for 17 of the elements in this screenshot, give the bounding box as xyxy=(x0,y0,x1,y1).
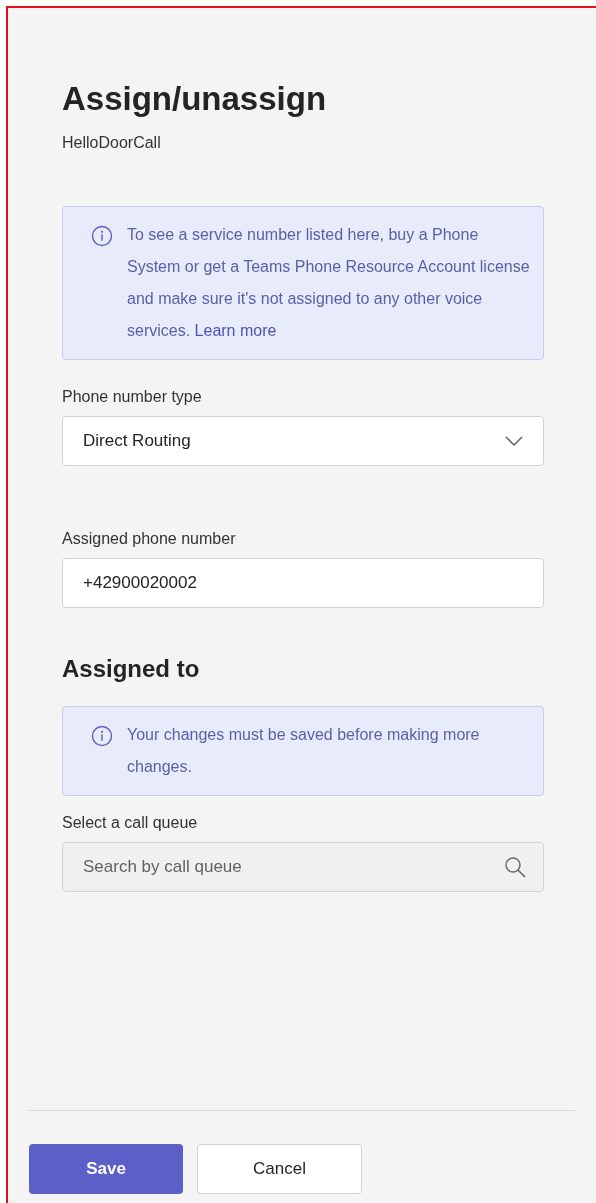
learn-more-link[interactable]: Learn more xyxy=(194,322,277,339)
text-field[interactable]: +42900020002 xyxy=(62,558,544,608)
info-message: Your changes must be saved before making more changes. xyxy=(127,725,481,777)
dropdown[interactable]: Direct Routing xyxy=(62,416,544,466)
field-label: Select a call queue xyxy=(62,813,199,833)
panel-title: Assign/unassign xyxy=(62,79,328,119)
field-label: Phone number type xyxy=(62,387,203,407)
panel-subtitle: HelloDoorCall xyxy=(62,133,162,153)
field-label: Assigned phone number xyxy=(62,529,237,549)
info-icon xyxy=(91,725,113,747)
section-heading: Assigned to xyxy=(62,654,201,684)
save-button[interactable]: Save xyxy=(29,1144,183,1194)
info-message: To see a service number listed here, buy a Phone System or get a Teams Phone Resource Account license and make sure it's not assigned to any other voice services. Learn more xyxy=(127,225,531,341)
cancel-button[interactable]: Cancel xyxy=(197,1144,362,1194)
chevron-down-icon xyxy=(505,436,523,446)
search-icon xyxy=(504,856,526,878)
info-icon xyxy=(91,225,113,247)
